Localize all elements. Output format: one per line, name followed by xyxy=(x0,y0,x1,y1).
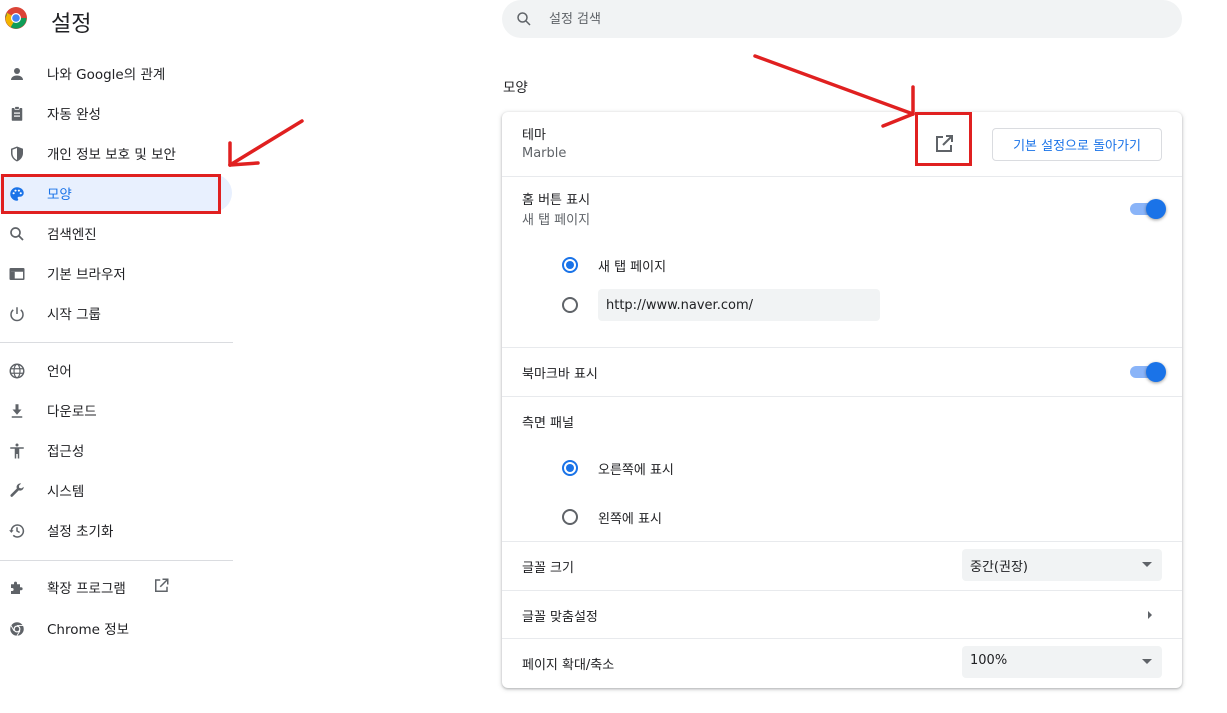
sidebar-item-search-engine[interactable]: 검색엔진 xyxy=(0,214,232,252)
annotation-highlight-box xyxy=(915,112,972,166)
radio-right-label: 오른쪽에 표시 xyxy=(598,463,674,478)
sidebar-item-label: 자동 완성 xyxy=(47,107,101,123)
page-title: 설정 xyxy=(51,12,92,37)
home-button-toggle[interactable] xyxy=(1130,199,1166,219)
home-button-value: 새 탭 페이지 xyxy=(522,213,591,228)
radio-side-panel-right[interactable] xyxy=(562,460,578,476)
sidebar-item-label: 접근성 xyxy=(47,444,85,460)
open-in-new-icon xyxy=(155,578,169,592)
person-icon xyxy=(11,68,23,80)
chrome-icon xyxy=(10,622,24,636)
sidebar-item-languages[interactable]: 언어 xyxy=(0,351,232,389)
bookmarks-bar-toggle[interactable] xyxy=(1130,362,1166,382)
font-size-select[interactable]: 중간(권장) xyxy=(962,549,1162,581)
row-divider xyxy=(502,176,1182,177)
annotation-arrow xyxy=(753,54,915,116)
appearance-card: 테마 Marble 기본 설정으로 돌아가기 홈 버튼 표시 새 탭 페이지 새… xyxy=(502,112,1182,688)
sidebar-item-autofill[interactable]: 자동 완성 xyxy=(0,94,232,132)
arrow-right-icon xyxy=(1148,611,1152,619)
row-divider xyxy=(502,638,1182,639)
clipboard-icon xyxy=(11,106,23,121)
download-icon xyxy=(11,404,23,418)
history-icon xyxy=(9,524,25,538)
chrome-logo-icon xyxy=(5,7,27,29)
sidebar-item-on-startup[interactable]: 시작 그룹 xyxy=(0,294,232,332)
sidebar-item-privacy[interactable]: 개인 정보 보호 및 보안 xyxy=(0,134,232,172)
row-divider xyxy=(502,541,1182,542)
chrome-logo xyxy=(4,6,28,30)
section-title: 모양 xyxy=(503,80,528,96)
sidebar-item-label: 기본 브라우저 xyxy=(47,267,126,283)
theme-value: Marble xyxy=(522,146,567,161)
dropdown-arrow-icon xyxy=(1142,562,1152,567)
sidebar-item-label: 시스템 xyxy=(47,484,85,500)
reset-theme-button[interactable]: 기본 설정으로 돌아가기 xyxy=(992,128,1162,161)
globe-icon xyxy=(9,363,25,379)
page-zoom-label: 페이지 확대/축소 xyxy=(522,658,615,673)
sidebar-divider xyxy=(0,342,233,343)
side-panel-label: 측면 패널 xyxy=(522,416,574,431)
puzzle-icon xyxy=(11,581,23,594)
font-size-value: 중간(권장) xyxy=(970,560,1028,575)
browser-icon xyxy=(9,268,25,280)
search-icon xyxy=(10,227,24,241)
page-zoom-value: 100% xyxy=(970,653,1008,668)
settings-search[interactable] xyxy=(502,0,1182,38)
sidebar-item-extensions[interactable]: 확장 프로그램 xyxy=(0,568,232,606)
power-icon xyxy=(10,307,24,322)
row-divider xyxy=(502,347,1182,348)
sidebar-item-label: 개인 정보 보호 및 보안 xyxy=(47,147,176,163)
annotation-highlight-box xyxy=(1,174,221,214)
radio-left-label: 왼쪽에 표시 xyxy=(598,512,662,527)
accessibility-icon xyxy=(10,443,24,459)
sidebar-item-system[interactable]: 시스템 xyxy=(0,471,232,509)
sidebar-item-label: 확장 프로그램 xyxy=(47,581,126,597)
wrench-icon xyxy=(10,483,24,497)
sidebar-item-label: 검색엔진 xyxy=(47,227,97,243)
row-divider xyxy=(502,590,1182,591)
search-icon xyxy=(517,12,531,26)
dropdown-arrow-icon xyxy=(1142,659,1152,664)
sidebar-item-default-browser[interactable]: 기본 브라우저 xyxy=(0,254,232,292)
sidebar-item-label: 언어 xyxy=(47,364,72,380)
customize-fonts-row[interactable]: 글꼴 맞춤설정 xyxy=(522,606,1162,626)
page-zoom-select[interactable]: 100% xyxy=(962,646,1162,678)
sidebar-item-label: 다운로드 xyxy=(47,404,97,420)
customize-fonts-label: 글꼴 맞춤설정 xyxy=(522,610,598,625)
row-divider xyxy=(502,396,1182,397)
home-url-input[interactable] xyxy=(598,289,880,321)
shield-icon xyxy=(11,146,23,162)
radio-custom-url[interactable] xyxy=(562,297,578,313)
sidebar-item-downloads[interactable]: 다운로드 xyxy=(0,391,232,429)
radio-new-tab-page[interactable] xyxy=(562,257,578,273)
sidebar-item-about-chrome[interactable]: Chrome 정보 xyxy=(0,609,232,647)
sidebar-item-label: Chrome 정보 xyxy=(47,622,130,638)
radio-new-tab-label: 새 탭 페이지 xyxy=(598,260,667,275)
sidebar-item-label: 설정 초기화 xyxy=(47,524,114,540)
sidebar-item-label: 시작 그룹 xyxy=(47,307,101,323)
annotation-arrow-head xyxy=(228,161,260,167)
sidebar-item-accessibility[interactable]: 접근성 xyxy=(0,431,232,469)
home-button-label: 홈 버튼 표시 xyxy=(522,193,591,208)
sidebar-item-label: 나와 Google의 관계 xyxy=(47,67,166,83)
sidebar-item-you-and-google[interactable]: 나와 Google의 관계 xyxy=(0,54,232,92)
sidebar-item-reset[interactable]: 설정 초기화 xyxy=(0,511,232,549)
bookmarks-bar-label: 북마크바 표시 xyxy=(522,367,598,382)
sidebar-divider xyxy=(0,560,233,561)
font-size-label: 글꼴 크기 xyxy=(522,561,574,576)
theme-label: 테마 xyxy=(522,128,546,143)
search-input[interactable] xyxy=(549,8,1149,30)
radio-side-panel-left[interactable] xyxy=(562,509,578,525)
annotation-arrow xyxy=(228,119,304,167)
